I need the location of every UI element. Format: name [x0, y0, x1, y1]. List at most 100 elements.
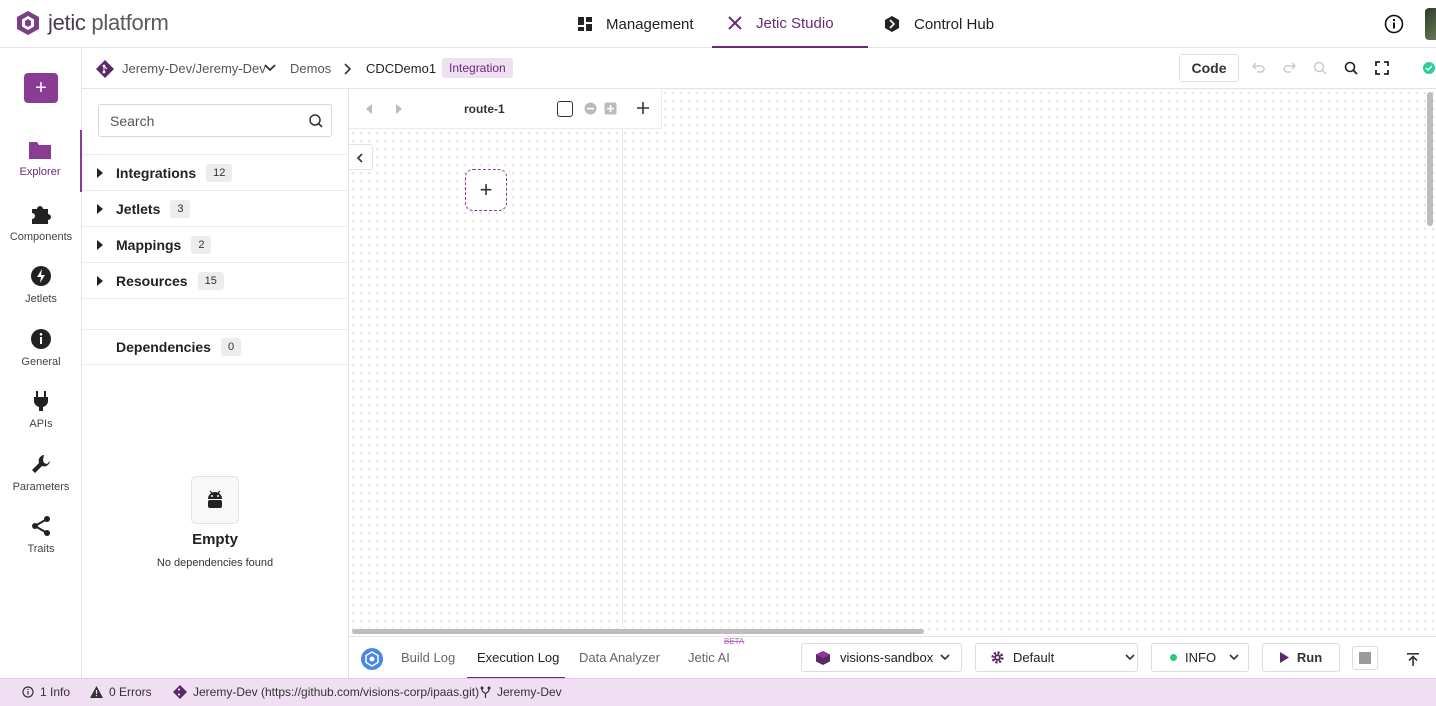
tab-jetic-ai[interactable]: Jetic AI: [688, 650, 730, 665]
rail-item-parameters[interactable]: Parameters: [0, 443, 82, 505]
rail-item-components[interactable]: Components: [0, 193, 82, 255]
nav-control-hub[interactable]: Control Hub: [884, 0, 994, 48]
status-bar: 1 Info 0 Errors Jeremy-Dev (https://gith…: [0, 678, 1436, 706]
divider: [82, 298, 348, 330]
zoom-in-icon[interactable]: [1343, 60, 1359, 76]
fullscreen-icon[interactable]: [1374, 60, 1390, 76]
stop-button[interactable]: [1352, 646, 1378, 670]
search-input[interactable]: [99, 105, 289, 136]
expand-panel-icon[interactable]: [1407, 653, 1419, 667]
hub-icon: [885, 16, 899, 32]
nav-management[interactable]: Management: [578, 0, 694, 48]
tree-group-jetlets[interactable]: Jetlets 3: [82, 190, 348, 226]
collapse-panel-button[interactable]: [349, 144, 373, 170]
info-icon: [22, 686, 34, 698]
run-label: Run: [1296, 650, 1323, 665]
breadcrumb-repo[interactable]: Jeremy-Dev/Jeremy-Dev: [122, 61, 266, 76]
arrow-right-icon[interactable]: [395, 104, 403, 114]
chevron-down-icon: [1229, 654, 1239, 661]
explorer-panel: Integrations 12 Jetlets 3 Mappings 2 Res…: [82, 89, 349, 678]
jetic-logo-icon: [17, 11, 39, 35]
count-badge: 12: [206, 163, 233, 182]
app-logo[interactable]: jetic platform: [16, 10, 169, 36]
integration-canvas[interactable]: route-1 +: [349, 89, 1436, 631]
route-separator: [622, 89, 623, 627]
profile-select[interactable]: Default: [975, 643, 1138, 672]
vertical-scrollbar[interactable]: [1427, 92, 1433, 226]
rail-item-traits[interactable]: Traits: [0, 505, 82, 567]
empty-state-subtitle: No dependencies found: [156, 557, 274, 569]
expand-all-icon[interactable]: [604, 102, 617, 115]
tree-group-resources[interactable]: Resources 15: [82, 262, 348, 298]
collapse-all-icon[interactable]: [584, 102, 597, 115]
status-repo-label: Jeremy-Dev (https://github.com/visions-c…: [193, 685, 480, 699]
empty-state-illustration: [191, 476, 239, 524]
expand-arrow-icon[interactable]: [97, 203, 103, 214]
environment-select[interactable]: visions-sandbox: [801, 643, 962, 672]
nav-control-hub-label: Control Hub: [914, 15, 995, 33]
rail-item-jetlets[interactable]: Jetlets: [0, 255, 82, 317]
route-label[interactable]: route-1: [464, 102, 505, 116]
status-branch-label: Jeremy-Dev: [497, 685, 562, 699]
bottom-panel-bar: Build Log Execution Log Data Analyzer Je…: [349, 636, 1436, 679]
dependencies-label: Dependencies: [116, 339, 211, 355]
expand-arrow-icon[interactable]: [97, 239, 103, 250]
rail-item-general[interactable]: General: [0, 318, 82, 380]
search-icon[interactable]: [308, 113, 324, 129]
rail-item-label: APIs: [29, 418, 53, 430]
info-icon: [31, 329, 51, 349]
tree-group-label: Integrations: [116, 164, 197, 181]
status-errors-label: 0 Errors: [109, 685, 152, 699]
add-route-icon[interactable]: [637, 102, 649, 114]
add-button[interactable]: +: [24, 73, 58, 103]
status-info[interactable]: 1 Info: [22, 685, 70, 699]
log-level-value: INFO: [1185, 650, 1217, 665]
wrench-icon: [32, 455, 50, 473]
chevron-down-icon[interactable]: [264, 64, 276, 72]
chevron-down-icon: [1125, 654, 1135, 661]
rail-item-apis[interactable]: APIs: [0, 380, 82, 442]
breadcrumb-folder[interactable]: Demos: [290, 61, 331, 76]
arrow-left-icon[interactable]: [365, 104, 373, 114]
tab-execution-log[interactable]: Execution Log: [477, 650, 559, 665]
redo-icon[interactable]: [1282, 60, 1298, 76]
top-bar: jetic platform Management Jetic Studio C…: [0, 0, 1436, 48]
dependencies-header: Dependencies 0: [82, 329, 348, 365]
tree-group-label: Jetlets: [116, 200, 161, 217]
log-level-select[interactable]: INFO: [1151, 643, 1249, 672]
tree-group-label: Mappings: [116, 236, 182, 253]
environment-value: visions-sandbox: [840, 650, 934, 665]
undo-icon[interactable]: [1250, 60, 1266, 76]
route-checkbox[interactable]: [557, 101, 573, 117]
rail-item-label: Jetlets: [25, 293, 57, 305]
rail-item-label: Components: [9, 231, 73, 243]
nav-jetic-studio[interactable]: Jetic Studio: [712, 0, 868, 48]
dashboard-icon: [578, 17, 592, 31]
code-button[interactable]: Code: [1179, 54, 1239, 82]
chevron-down-icon: [940, 654, 950, 661]
run-button[interactable]: Run: [1262, 643, 1340, 672]
tree-group-integrations[interactable]: Integrations 12: [82, 154, 348, 190]
avatar[interactable]: [1425, 8, 1436, 40]
sync-status-icon[interactable]: [1422, 61, 1436, 75]
puzzle-icon: [32, 206, 51, 224]
status-repo[interactable]: Jeremy-Dev (https://github.com/visions-c…: [173, 685, 479, 699]
status-errors[interactable]: 0 Errors: [90, 685, 152, 699]
zoom-out-icon[interactable]: [1312, 60, 1328, 76]
status-branch[interactable]: Jeremy-Dev: [480, 685, 562, 699]
add-step-button[interactable]: +: [465, 169, 507, 211]
gcp-icon[interactable]: [360, 647, 384, 671]
info-icon[interactable]: [1384, 14, 1404, 34]
nav-jetic-studio-label: Jetic Studio: [756, 14, 834, 32]
git-icon: [173, 685, 187, 699]
horizontal-scrollbar[interactable]: [352, 629, 924, 634]
tree-group-mappings[interactable]: Mappings 2: [82, 226, 348, 262]
tab-build-log[interactable]: Build Log: [401, 650, 455, 665]
android-icon: [208, 490, 222, 508]
expand-arrow-icon[interactable]: [97, 275, 103, 286]
beta-badge: BETA: [724, 637, 745, 646]
expand-arrow-icon[interactable]: [97, 167, 103, 178]
rail-item-explorer[interactable]: Explorer: [0, 130, 82, 192]
rail-item-label: Traits: [27, 543, 55, 555]
tab-data-analyzer[interactable]: Data Analyzer: [579, 650, 660, 665]
